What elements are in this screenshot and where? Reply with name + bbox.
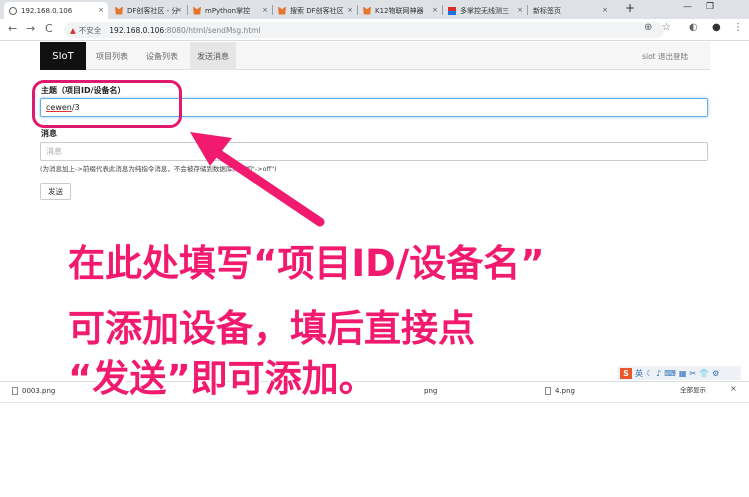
dfrobot-icon [363,6,371,15]
nav-item-projects[interactable]: 项目列表 [96,42,128,70]
settings-icon[interactable]: ⚙ [712,369,719,378]
close-icon[interactable]: × [730,384,737,393]
download-filename: 0003.png [22,387,56,395]
back-icon[interactable]: ← [8,22,17,35]
close-icon[interactable]: × [262,6,268,14]
new-tab-button[interactable]: + [625,1,635,15]
show-all-downloads-link[interactable]: 全部显示 [680,384,706,394]
tab-title: 搜索 DF创客社区 [290,6,344,15]
reload-icon[interactable]: C [45,22,53,35]
scissors-icon[interactable]: ✂ [689,369,696,378]
warning-icon: ▲ [70,25,76,35]
close-icon[interactable]: × [602,6,608,14]
grid-icon[interactable]: ▦ [679,369,687,378]
forward-icon[interactable]: → [26,22,35,35]
browser-tab[interactable]: DF创客社区 - 分 × [110,2,186,19]
app-navbar: SIoT 项目列表 设备列表 发送消息 siot 退出登陆 [40,42,710,70]
browser-tab[interactable]: 多掌控无线测三 × [443,2,527,19]
insecure-label: 不安全 [78,25,102,35]
moon-icon[interactable]: ☾ [646,369,653,378]
tab-title: 192.168.0.106 [21,6,73,15]
message-placeholder: 消息 [46,147,62,156]
sogou-icon[interactable]: S [620,367,632,379]
download-item[interactable]: 4.png [545,387,575,395]
dfrobot-icon [278,6,286,15]
browser-tab[interactable]: 新标签页 × [528,2,612,19]
tab-title: K12物联网神器 [375,6,424,15]
download-filename: png [424,387,438,395]
annotation-line-2: 可添加设备，填后直接点 [68,307,475,350]
menu-icon[interactable]: ⋮ [733,22,743,33]
star-icon[interactable]: ☆ [662,22,671,33]
browser-tab-strip: 192.168.0.106 × DF创客社区 - 分 × mPython掌控 ×… [0,0,749,19]
download-filename: 4.png [555,387,576,395]
file-icon [12,387,18,395]
close-icon[interactable]: × [176,6,182,14]
close-icon[interactable]: × [432,6,438,14]
shirt-icon[interactable]: 👕 [699,369,709,378]
dfrobot-icon [193,6,201,15]
message-input[interactable]: 消息 [40,142,708,161]
annotation-line-1: 在此处填写“项目ID/设备名” [68,242,545,285]
url-host: 192.168.0.106 [109,25,165,35]
profile-icon[interactable]: ● [712,22,721,33]
nav-item-send-message[interactable]: 发送消息 [190,42,236,70]
address-bar[interactable]: ▲ 不安全 192.168.0.106 :8080/html/sendMsg.h… [64,22,664,38]
tab-title: mPython掌控 [205,6,251,15]
system-tray: S 英 ☾ ♪ ⌨ ▦ ✂ 👕 ⚙ [617,366,741,380]
message-hint: (为消息加上->前缀代表此消息为纯指令消息，不会被存储到数据库。例如"->off… [40,165,277,173]
browser-toolbar: ← → C ▲ 不安全 192.168.0.106 :8080/html/sen… [0,19,749,41]
keyboard-icon[interactable]: ⌨ [664,369,676,378]
extension-icon[interactable]: ◐ [689,22,698,33]
file-icon [545,387,551,395]
tab-title: DF创客社区 - 分 [127,6,179,15]
url-path: :8080/html/sendMsg.html [164,25,261,35]
brand-logo[interactable]: SIoT [40,42,86,70]
close-icon[interactable]: × [98,6,104,14]
zoom-icon[interactable]: ⊕ [644,22,652,33]
restore-icon[interactable]: ❐ [706,2,714,12]
browser-tab-active[interactable]: 192.168.0.106 × [4,2,108,19]
tab-favicon-icon [448,6,456,15]
highlight-circle [32,80,182,128]
ime-icon[interactable]: 英 [635,368,643,379]
close-icon[interactable]: × [517,6,523,14]
download-item[interactable]: 0003.png [12,387,55,395]
tab-title: 新标签页 [533,6,561,15]
logout-link[interactable]: siot 退出登陆 [642,51,688,62]
browser-tab[interactable]: K12物联网神器 × [358,2,442,19]
sound-icon[interactable]: ♪ [656,369,661,378]
close-icon[interactable]: × [347,6,353,14]
annotation-line-3: “发送”即可添加。 [68,357,376,400]
browser-tab[interactable]: mPython掌控 × [188,2,272,19]
minimize-icon[interactable]: — [683,2,692,12]
screen: 192.168.0.106 × DF创客社区 - 分 × mPython掌控 ×… [0,0,749,497]
tab-title: 多掌控无线测三 [460,6,509,15]
message-label: 消息 [41,129,57,138]
send-button[interactable]: 发送 [40,183,71,200]
browser-tab[interactable]: 搜索 DF创客社区 × [273,2,357,19]
globe-icon [9,6,17,15]
download-item[interactable]: png [424,387,437,395]
dfrobot-icon [115,6,123,15]
nav-item-devices[interactable]: 设备列表 [146,42,178,70]
